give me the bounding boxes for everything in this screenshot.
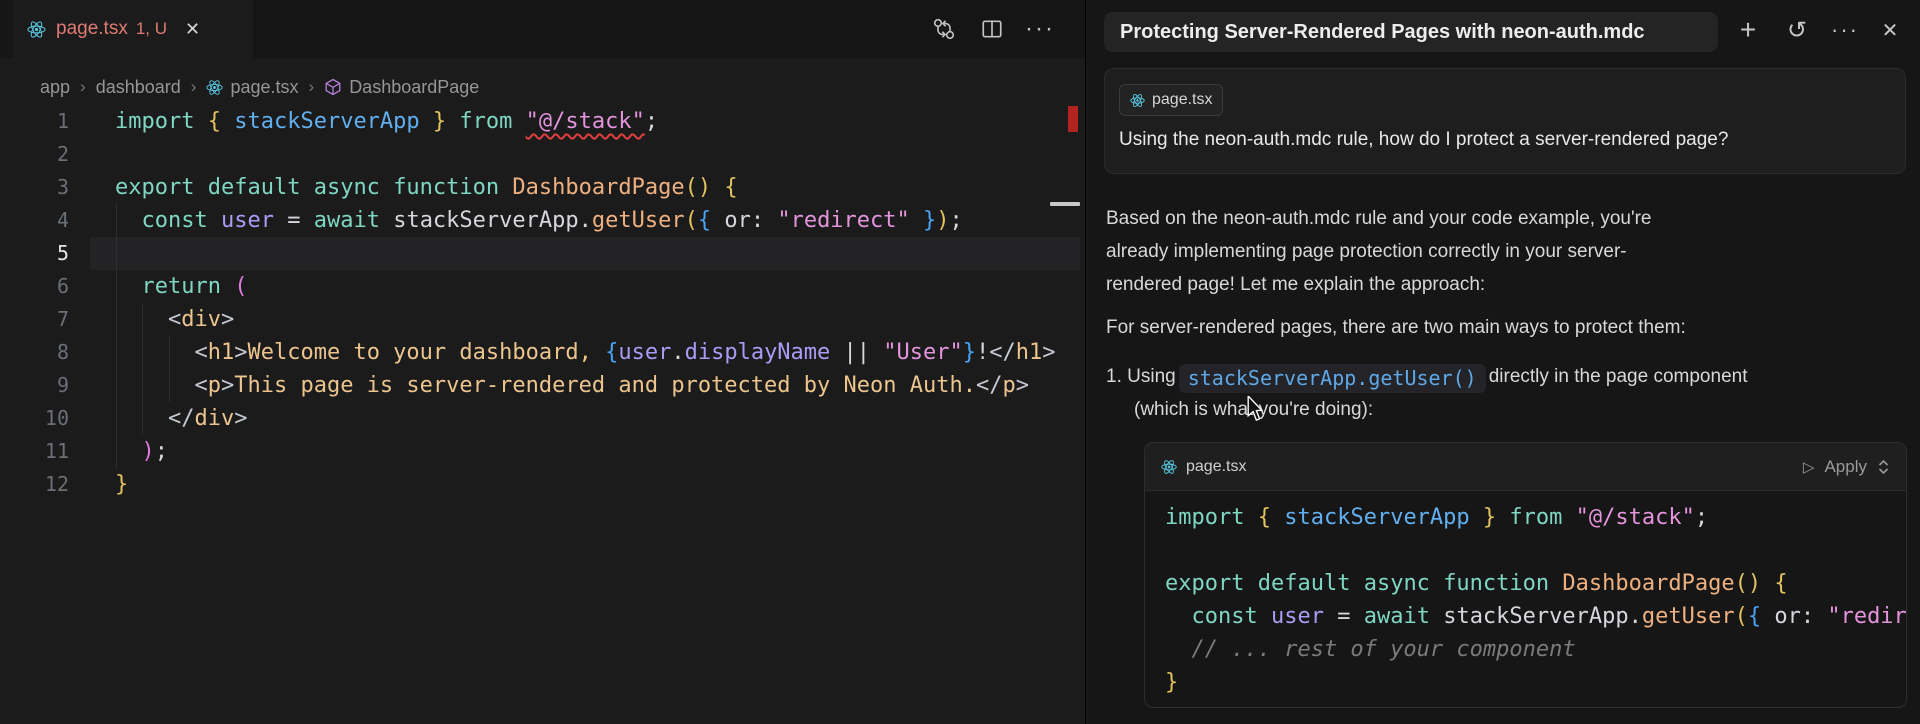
line-number: 3 bbox=[0, 171, 77, 204]
open-changes-icon[interactable] bbox=[929, 14, 959, 44]
editor-tab-bar: page.tsx 1, U ✕ ··· bbox=[0, 0, 1085, 58]
symbol-namespace-icon bbox=[324, 78, 342, 96]
assistant-response: Based on the neon-auth.mdc rule and your… bbox=[1106, 202, 1906, 426]
react-icon bbox=[1130, 93, 1145, 108]
history-icon[interactable]: ↺ bbox=[1783, 16, 1811, 44]
code-line: 11 ); bbox=[0, 435, 1085, 468]
code-editor[interactable]: 1import { stackServerApp } from "@/stack… bbox=[0, 105, 1085, 525]
apply-button[interactable]: Apply bbox=[1824, 457, 1867, 477]
breadcrumb-dashboard[interactable]: dashboard bbox=[96, 77, 181, 98]
chat-panel: Protecting Server-Rendered Pages with ne… bbox=[1085, 0, 1920, 724]
react-icon bbox=[206, 79, 223, 96]
tabbar-left-strip bbox=[0, 0, 13, 58]
code-block-body: import { stackServerApp } from "@/stack"… bbox=[1145, 491, 1906, 708]
tab-problem-badge: 1, U bbox=[136, 19, 167, 39]
assistant-list-item-continued: (which is what you're doing): bbox=[1106, 393, 1906, 426]
line-number: 7 bbox=[0, 303, 77, 336]
breadcrumb-page-tsx[interactable]: page.tsx bbox=[206, 77, 298, 98]
breadcrumb-dashboardpage[interactable]: DashboardPage bbox=[324, 77, 479, 98]
breadcrumb-separator: › bbox=[80, 77, 86, 97]
code-line: // ... rest of your component bbox=[1165, 633, 1906, 666]
code-line: export default async function DashboardP… bbox=[1165, 567, 1906, 600]
line-number: 11 bbox=[0, 435, 77, 468]
code-line: import { stackServerApp } from "@/stack"… bbox=[1165, 501, 1906, 534]
react-icon bbox=[1161, 459, 1177, 475]
tab-label: page.tsx bbox=[56, 18, 128, 40]
assistant-paragraph: Based on the neon-auth.mdc rule and your… bbox=[1106, 202, 1906, 235]
code-line: 4 const user = await stackServerApp.getU… bbox=[0, 204, 1085, 237]
line-number: 1 bbox=[0, 105, 77, 138]
line-number: 5 bbox=[0, 237, 77, 270]
context-file-chip[interactable]: page.tsx bbox=[1119, 84, 1223, 116]
code-line: 2 bbox=[0, 138, 1085, 171]
more-actions-icon[interactable]: ··· bbox=[1025, 14, 1055, 44]
line-number: 10 bbox=[0, 402, 77, 435]
code-line: 10 </div> bbox=[0, 402, 1085, 435]
editor-toolbar: ··· bbox=[929, 14, 1055, 44]
chat-code-block: page.tsx ▷ Apply import { stackServerApp… bbox=[1144, 442, 1907, 708]
chat-title: Protecting Server-Rendered Pages with ne… bbox=[1120, 21, 1645, 44]
close-panel-icon[interactable]: ✕ bbox=[1876, 16, 1904, 44]
line-number: 12 bbox=[0, 468, 77, 501]
line-number: 8 bbox=[0, 336, 77, 369]
overview-error-marker bbox=[1068, 106, 1078, 132]
close-tab-icon[interactable]: ✕ bbox=[185, 19, 200, 40]
assistant-paragraph: For server-rendered pages, there are two… bbox=[1106, 311, 1906, 344]
breadcrumb-separator: › bbox=[191, 77, 197, 97]
code-line: 5 bbox=[0, 237, 1085, 270]
overview-cursor-marker bbox=[1050, 202, 1080, 206]
apply-play-icon: ▷ bbox=[1803, 458, 1815, 476]
expand-chevron-icon[interactable] bbox=[1877, 458, 1890, 476]
line-number: 6 bbox=[0, 270, 77, 303]
split-editor-icon[interactable] bbox=[977, 14, 1007, 44]
code-line: 7 <div> bbox=[0, 303, 1085, 336]
user-message-card: page.tsx Using the neon-auth.mdc rule, h… bbox=[1104, 68, 1906, 174]
code-line: 9 <p>This page is server-rendered and pr… bbox=[0, 369, 1085, 402]
more-options-icon[interactable]: ··· bbox=[1831, 16, 1859, 44]
line-number: 2 bbox=[0, 138, 77, 171]
editor-pane: page.tsx 1, U ✕ ··· bbox=[0, 0, 1085, 724]
code-line: 3export default async function Dashboard… bbox=[0, 171, 1085, 204]
line-number: 9 bbox=[0, 369, 77, 402]
react-icon bbox=[27, 20, 46, 39]
code-line: } bbox=[1165, 666, 1906, 699]
code-block-filename[interactable]: page.tsx bbox=[1186, 458, 1246, 476]
assistant-paragraph: already implementing page protection cor… bbox=[1106, 235, 1906, 268]
code-line: 12} bbox=[0, 468, 1085, 501]
assistant-list-item: 1. UsingstackServerApp.getUser()directly… bbox=[1106, 360, 1906, 393]
inline-code: stackServerApp.getUser() bbox=[1179, 364, 1486, 393]
tab-page-tsx[interactable]: page.tsx 1, U ✕ bbox=[13, 0, 253, 58]
code-line: const user = await stackServerApp.getUse… bbox=[1165, 600, 1906, 633]
chat-title-tab[interactable]: Protecting Server-Rendered Pages with ne… bbox=[1104, 12, 1718, 52]
assistant-paragraph: rendered page! Let me explain the approa… bbox=[1106, 268, 1906, 301]
line-number: 4 bbox=[0, 204, 77, 237]
code-block-header: page.tsx ▷ Apply bbox=[1145, 443, 1906, 491]
code-line: 6 return ( bbox=[0, 270, 1085, 303]
new-chat-icon[interactable]: + bbox=[1734, 16, 1762, 44]
cursor-window: page.tsx 1, U ✕ ··· bbox=[0, 0, 1920, 724]
code-line: 1import { stackServerApp } from "@/stack… bbox=[0, 105, 1085, 138]
context-file-label: page.tsx bbox=[1152, 91, 1212, 109]
breadcrumb-separator: › bbox=[309, 77, 315, 97]
code-line bbox=[1165, 534, 1906, 567]
code-line: 8 <h1>Welcome to your dashboard, {user.d… bbox=[0, 336, 1085, 369]
user-message-text: Using the neon-auth.mdc rule, how do I p… bbox=[1119, 129, 1891, 151]
breadcrumb-app[interactable]: app bbox=[40, 77, 70, 98]
breadcrumb: app › dashboard › page.tsx › bbox=[40, 70, 479, 104]
